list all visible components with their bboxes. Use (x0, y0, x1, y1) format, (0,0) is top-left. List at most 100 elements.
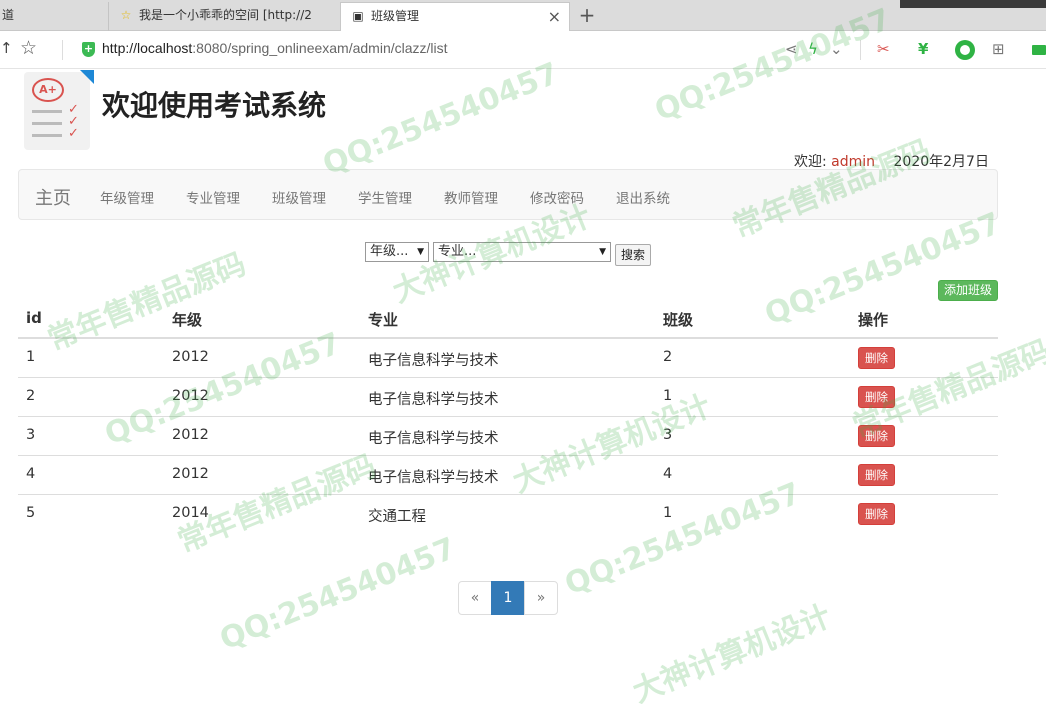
check-icon: ✓ (68, 126, 79, 141)
apps-grid-icon[interactable]: ⊞ (992, 40, 1005, 58)
bookmark-star-icon[interactable]: ☆ (20, 37, 37, 59)
current-date: 2020年2月7日 (893, 154, 989, 170)
col-header-id: id (26, 309, 42, 327)
cell-id: 3 (26, 427, 36, 443)
nav-major-management[interactable]: 专业管理 (186, 187, 240, 207)
divider (62, 40, 63, 60)
col-header-action: 操作 (858, 311, 889, 329)
cell-class: 1 (663, 388, 673, 404)
battery-icon (1032, 45, 1046, 55)
delete-button[interactable]: 删除 (858, 386, 895, 408)
cell-id: 4 (26, 466, 36, 482)
tab-label: 道 (2, 8, 15, 22)
chevron-down-icon[interactable]: ⌄ (830, 40, 843, 58)
cell-grade: 2012 (172, 349, 209, 365)
prev-page-button[interactable]: « (458, 581, 492, 615)
browser-tab-0[interactable]: 道 (0, 2, 106, 31)
next-page-button[interactable]: » (524, 581, 558, 615)
table-header: id 年级 专业 班级 操作 (18, 300, 998, 339)
cell-id: 1 (26, 349, 36, 365)
table-row: 4 2012 电子信息科学与技术 4 删除 (18, 456, 998, 495)
delete-button[interactable]: 删除 (858, 347, 895, 369)
cell-major: 电子信息科学与技术 (368, 353, 499, 369)
nav-logout[interactable]: 退出系统 (616, 187, 670, 207)
grade-select-value: 年级... (370, 244, 409, 259)
welcome-info: 欢迎: admin 2020年2月7日 (794, 151, 989, 171)
close-tab-icon[interactable]: × (548, 3, 561, 30)
logo-line (32, 134, 62, 137)
nav-grade-management[interactable]: 年级管理 (100, 187, 154, 207)
main-navbar: 主页 年级管理 专业管理 班级管理 学生管理 教师管理 修改密码 退出系统 (18, 169, 998, 220)
cell-class: 3 (663, 427, 673, 443)
back-arrow-icon[interactable]: ↑ (0, 39, 13, 57)
star-icon: ☆ (120, 8, 132, 22)
cell-class: 1 (663, 505, 673, 521)
page-1-button[interactable]: 1 (491, 581, 525, 615)
url-host: http://localhost (102, 40, 193, 56)
logo-corner (80, 70, 94, 84)
page-title: 欢迎使用考试系统 (102, 89, 327, 122)
class-table: id 年级 专业 班级 操作 1 2012 电子信息科学与技术 2 删除 2 2… (18, 300, 998, 534)
secure-shield-icon: + (82, 42, 95, 57)
cell-major: 电子信息科学与技术 (368, 392, 499, 408)
grade-select[interactable]: 年级... ▼ (365, 242, 429, 262)
url-path: :8080/spring_onlineexam/admin/clazz/list (192, 40, 448, 56)
cell-grade: 2014 (172, 505, 209, 521)
table-row: 5 2014 交通工程 1 删除 (18, 495, 998, 534)
window-titlebar-strip (900, 0, 1046, 8)
col-header-class: 班级 (663, 311, 694, 329)
major-select[interactable]: 专业... ▼ (433, 242, 611, 262)
table-row: 2 2012 电子信息科学与技术 1 删除 (18, 378, 998, 417)
cell-id: 2 (26, 388, 36, 404)
watermark-qq: QQ:254540457 (318, 56, 564, 183)
delete-button[interactable]: 删除 (858, 464, 895, 486)
yen-icon[interactable]: ¥ (918, 40, 928, 58)
cell-grade: 2012 (172, 466, 209, 482)
extension-circle-icon[interactable] (955, 40, 975, 60)
major-select-value: 专业... (438, 244, 477, 259)
nav-class-management[interactable]: 班级管理 (272, 187, 326, 207)
lightning-icon[interactable]: ϟ (808, 40, 818, 58)
caret-down-icon: ▼ (417, 247, 424, 257)
search-button[interactable]: 搜索 (615, 244, 651, 266)
browser-tab-active[interactable]: ▣ 班级管理 × (340, 2, 570, 32)
browser-tab-bar: 道 ☆ 我是一个小乖乖的空间 [http://2 ▣ 班级管理 × + (0, 0, 1046, 32)
delete-button[interactable]: 删除 (858, 425, 895, 447)
screen: 道 ☆ 我是一个小乖乖的空间 [http://2 ▣ 班级管理 × + ↑ ☆ + … (0, 0, 1046, 704)
cell-class: 4 (663, 466, 673, 482)
table-row: 3 2012 电子信息科学与技术 3 删除 (18, 417, 998, 456)
browser-tab-1[interactable]: ☆ 我是一个小乖乖的空间 [http://2 (108, 2, 334, 31)
cell-id: 5 (26, 505, 36, 521)
nav-change-password[interactable]: 修改密码 (530, 187, 584, 207)
nav-home[interactable]: 主页 (35, 184, 71, 210)
nav-student-management[interactable]: 学生管理 (358, 187, 412, 207)
welcome-label: 欢迎: (794, 154, 827, 170)
cell-major: 电子信息科学与技术 (368, 431, 499, 447)
nav-teacher-management[interactable]: 教师管理 (444, 187, 498, 207)
divider (860, 40, 861, 60)
cell-major: 电子信息科学与技术 (368, 470, 499, 486)
col-header-major: 专业 (368, 311, 399, 329)
grade-badge-icon: A+ (32, 78, 64, 102)
url-field[interactable]: http://localhost:8080/spring_onlineexam/… (102, 40, 448, 56)
share-icon[interactable]: ⋖ (785, 40, 798, 58)
caret-down-icon: ▼ (599, 247, 606, 257)
watermark-qq: QQ:254540457 (215, 531, 461, 658)
col-header-grade: 年级 (172, 311, 203, 329)
pagination: « 1 » (458, 581, 558, 615)
cell-class: 2 (663, 349, 673, 365)
logo-line (32, 110, 62, 113)
tab-label: 班级管理 (371, 9, 420, 23)
cell-major: 交通工程 (368, 509, 426, 525)
add-class-button[interactable]: 添加班级 (938, 280, 998, 301)
delete-button[interactable]: 删除 (858, 503, 895, 525)
logo-line (32, 122, 62, 125)
watermark-studio: 大神计算机设计 (627, 598, 836, 704)
exam-logo-icon: A+ ✓ ✓ ✓ (24, 70, 94, 150)
tab-label: 我是一个小乖乖的空间 [http://2 (139, 8, 312, 22)
scissors-icon[interactable]: ✂ (877, 40, 890, 58)
browser-address-bar: ↑ ☆ + http://localhost:8080/spring_onlin… (0, 31, 1046, 69)
cell-grade: 2012 (172, 388, 209, 404)
new-tab-button[interactable]: + (576, 2, 598, 30)
table-row: 1 2012 电子信息科学与技术 2 删除 (18, 339, 998, 378)
